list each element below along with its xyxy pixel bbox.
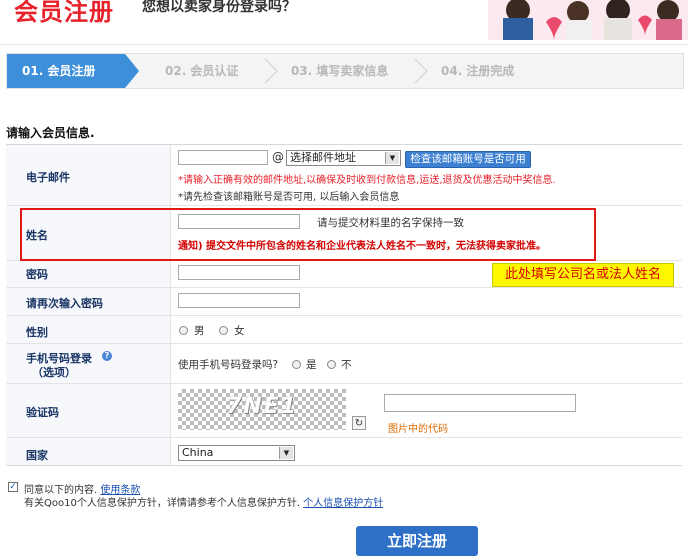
privacy-link[interactable]: 个人信息保护方针 (303, 498, 383, 509)
step-chevron-icon (264, 58, 278, 84)
row-divider (6, 437, 682, 438)
name-highlight-box (20, 208, 596, 261)
registration-steps: 01. 会员注册 02. 会员认证 03. 填写卖家信息 04. 注册完成 (6, 53, 684, 89)
chevron-down-icon: ▼ (279, 447, 293, 459)
gender-female-label: 女 (234, 325, 245, 337)
password-label: 密码 (26, 268, 48, 281)
row-divider (6, 205, 682, 206)
row-divider (6, 383, 682, 384)
step-3: 03. 填写卖家信息 (291, 64, 389, 78)
form-section-title: 请输入会员信息. (6, 126, 95, 140)
phone-login-yes-label: 是 (306, 359, 317, 371)
password-confirm-input[interactable] (178, 293, 300, 308)
help-icon[interactable]: ? (102, 351, 112, 361)
name-callout-note: 此处填写公司名或法人姓名 (492, 263, 674, 287)
gender-female-radio[interactable] (219, 326, 228, 335)
email-id-input[interactable] (178, 150, 268, 165)
step-2: 02. 会员认证 (165, 64, 239, 78)
gender-male-label: 男 (194, 325, 205, 337)
gender-male-radio[interactable] (179, 326, 188, 335)
captcha-input[interactable] (384, 394, 576, 412)
country-label: 国家 (26, 449, 48, 462)
phone-login-question: 使用手机号码登录吗? (178, 359, 279, 371)
email-at-sign: @ (272, 150, 284, 164)
refresh-captcha-icon[interactable]: ↻ (352, 416, 366, 430)
page-logo-title: 会员注册 (14, 0, 114, 26)
chevron-down-icon: ▼ (385, 152, 399, 164)
row-divider (6, 343, 682, 344)
password-input[interactable] (178, 265, 300, 280)
agree-line-2: 有关Qoo10个人信息保护方针，详情请参考个人信息保护方针. 个人信息保护方针 (24, 494, 383, 509)
phone-login-no-label: 不 (341, 359, 352, 371)
step-active-arrow (125, 54, 139, 88)
captcha-hint: 图片中的代码 (388, 424, 448, 435)
captcha-label: 验证码 (26, 406, 59, 419)
email-domain-select[interactable]: 选择邮件地址 ▼ (286, 150, 401, 166)
register-button[interactable]: 立即注册 (356, 526, 478, 556)
seller-login-slogan: 您想以卖家身份登录吗？ (142, 0, 296, 15)
phone-login-optional: （选项） (32, 366, 76, 379)
email-note-2: *请先检查该邮箱账号是否可用, 以后输入会员信息 (178, 192, 400, 203)
agree-checkbox[interactable]: ✓ (8, 482, 18, 492)
captcha-image-text: 7NE1 (226, 394, 299, 419)
step-4: 04. 注册完成 (441, 64, 515, 78)
check-email-button[interactable]: 检查该邮箱账号是否可用 (405, 151, 531, 168)
row-divider (6, 315, 682, 316)
email-domain-value: 选择邮件地址 (290, 151, 356, 164)
gender-label: 性别 (26, 326, 48, 339)
privacy-text: 有关Qoo10个人信息保护方针，详情请参考个人信息保护方针. (24, 498, 301, 509)
header-banner-image (488, 0, 688, 40)
header-divider (0, 44, 688, 45)
phone-login-no-radio[interactable] (327, 360, 336, 369)
phone-login-yes-radio[interactable] (292, 360, 301, 369)
country-select[interactable]: China ▼ (178, 445, 295, 461)
country-value: China (182, 446, 214, 459)
step-1: 01. 会员注册 (7, 54, 125, 88)
email-label: 电子邮件 (26, 171, 70, 184)
step-chevron-icon (414, 58, 428, 84)
email-note-1: *请输入正确有效的邮件地址,以确保及时收到付款信息,运送,退货及优惠活动中奖信息… (178, 175, 556, 186)
password-confirm-label: 请再次输入密码 (26, 297, 103, 310)
row-divider (6, 287, 682, 288)
